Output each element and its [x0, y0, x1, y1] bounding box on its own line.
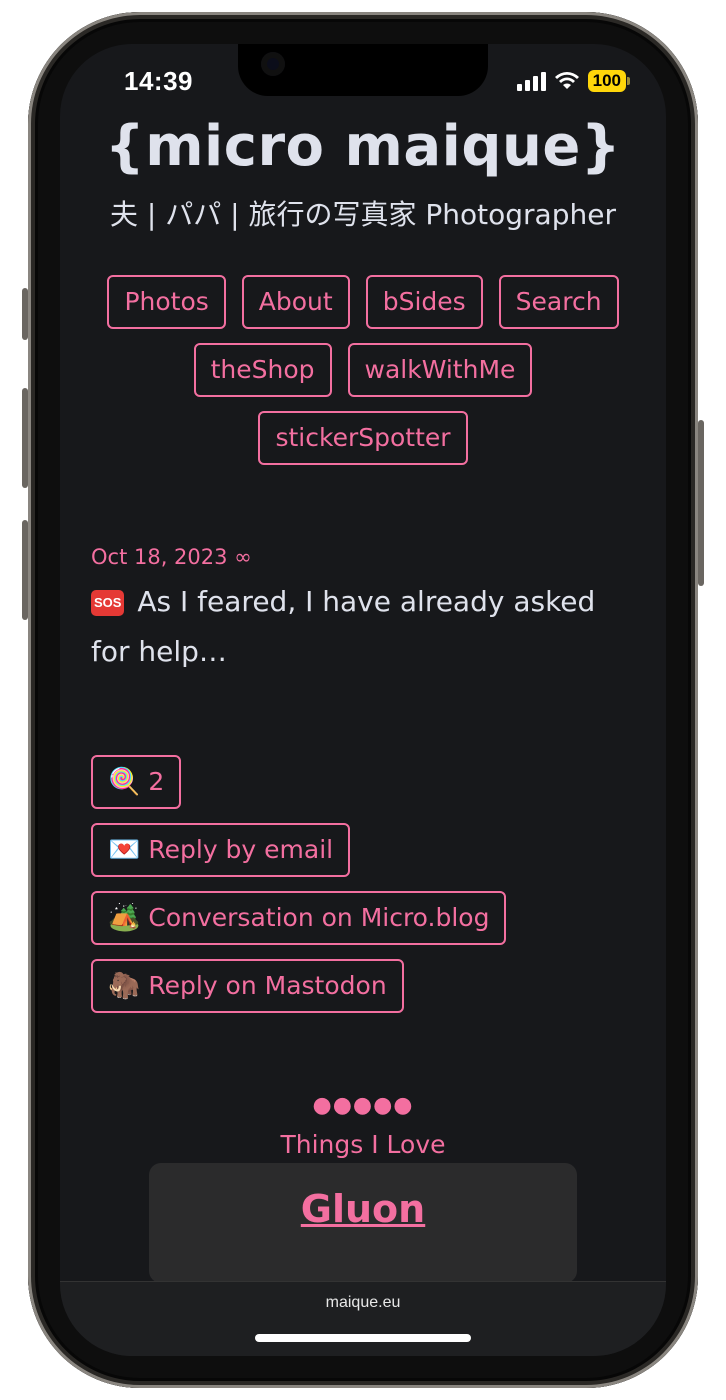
side-button-volume-up	[22, 388, 28, 488]
reply-mastodon-button[interactable]: 🦣 Reply on Mastodon	[91, 959, 404, 1013]
side-button-volume-down	[22, 520, 28, 620]
nav-stickerspotter[interactable]: stickerSpotter	[258, 411, 468, 465]
post-actions: 🍭 2 💌 Reply by email 🏕️ Conversation on …	[91, 755, 639, 1013]
likes-button[interactable]: 🍭 2	[91, 755, 182, 809]
reply-mastodon-label: Reply on Mastodon	[148, 971, 387, 1000]
phone-screen: 14:39 100 {micro maique} 夫 | パパ | 旅行の写真家…	[60, 44, 666, 1356]
lollipop-icon: 🍭	[108, 767, 141, 797]
reply-by-email-label: Reply by email	[148, 835, 334, 864]
section-divider-dots: ●●●●●	[312, 1093, 414, 1118]
side-button-power	[698, 420, 704, 586]
site-title[interactable]: {micro maique}	[60, 114, 666, 179]
battery-icon: 100	[587, 70, 631, 92]
post-text: As I feared, I have already asked for he…	[91, 585, 596, 668]
featured-link-gluon[interactable]: Gluon	[301, 1187, 425, 1231]
site-subtitle: 夫 | パパ | 旅行の写真家 Photographer	[110, 198, 616, 231]
conversation-microblog-button[interactable]: 🏕️ Conversation on Micro.blog	[91, 891, 507, 945]
things-i-love-title: Things I Love	[280, 1130, 446, 1159]
cellular-signal-icon	[516, 71, 546, 91]
likes-count: 2	[148, 767, 165, 796]
url-label[interactable]: maique.eu	[60, 1294, 666, 1312]
main-nav: Photos About bSides Search theShop walkW…	[93, 275, 633, 465]
nav-bsides[interactable]: bSides	[365, 275, 483, 329]
love-letter-icon: 💌	[108, 835, 141, 865]
tent-icon: 🏕️	[108, 903, 141, 933]
nav-photos[interactable]: Photos	[107, 275, 226, 329]
nav-theshop[interactable]: theShop	[193, 343, 332, 397]
home-indicator[interactable]	[255, 1334, 471, 1342]
reply-by-email-button[interactable]: 💌 Reply by email	[91, 823, 351, 877]
nav-about[interactable]: About	[241, 275, 350, 329]
conversation-microblog-label: Conversation on Micro.blog	[148, 903, 490, 932]
sos-icon: SOS	[91, 590, 125, 616]
camera-icon	[261, 52, 285, 76]
post-body: SOS As I feared, I have already asked fo…	[91, 577, 639, 677]
status-icons: 100	[516, 70, 631, 92]
browser-bottom-bar[interactable]: maique.eu	[60, 1281, 666, 1356]
nav-walkwithme[interactable]: walkWithMe	[347, 343, 533, 397]
status-time: 14:39	[124, 66, 193, 96]
mammoth-icon: 🦣	[108, 971, 141, 1001]
wifi-icon	[554, 72, 579, 89]
nav-search[interactable]: Search	[498, 275, 619, 329]
web-page[interactable]: {micro maique} 夫 | パパ | 旅行の写真家 Photograp…	[60, 102, 666, 1282]
post: Oct 18, 2023 ∞ SOS As I feared, I have a…	[91, 545, 639, 1013]
post-date-permalink[interactable]: Oct 18, 2023 ∞	[91, 545, 639, 569]
side-button-action	[22, 288, 28, 340]
featured-card: Gluon	[149, 1163, 577, 1282]
